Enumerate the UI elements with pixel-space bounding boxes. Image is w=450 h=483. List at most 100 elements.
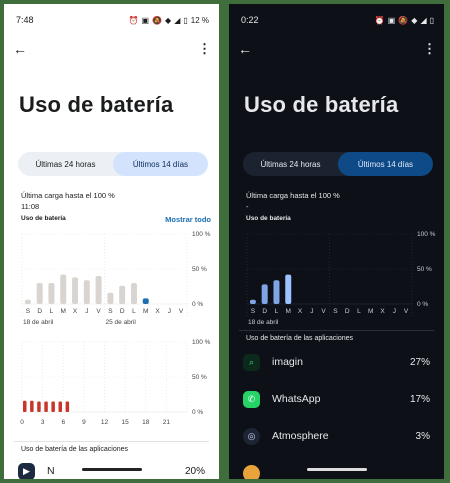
status-icons: ⏰ ▣ 🔕 ◆ ◢ ▯ 12 % (129, 16, 209, 25)
alarm-icon: ⏰ (128, 15, 139, 25)
page-title: Uso de batería (19, 92, 174, 117)
time-range-tabs: Últimas 24 horas Últimos 14 días (243, 152, 433, 176)
usage-bar (37, 401, 41, 412)
hour-tick-label: 0 (20, 419, 24, 426)
usage-bar (65, 401, 70, 412)
y-tick-label: 0 % (192, 301, 203, 308)
date-label: 18 de abril (248, 319, 279, 326)
usage-bar (273, 280, 280, 304)
usage-bar (60, 274, 67, 304)
atmosphere-icon: ◎ (243, 427, 260, 445)
y-tick-label: 0 % (417, 301, 428, 308)
app-name: Atmosphere (272, 430, 329, 442)
back-arrow-icon[interactable]: ← (13, 42, 27, 56)
y-tick-label: 100 % (192, 339, 211, 346)
day-tick-label: X (380, 308, 385, 315)
mute-icon: 🔕 (152, 15, 163, 25)
usage-bar (142, 298, 149, 304)
usage-bar (119, 285, 126, 304)
day-tick-label: D (120, 308, 125, 315)
usage-bar (48, 283, 55, 304)
day-tick-label: V (179, 308, 184, 315)
dark-phone-screen: 0:22 ⏰ ▣ 🔕 ◆ ◢ ▯ ← ⋮ Uso de batería Últi… (229, 4, 444, 479)
last-charge-info: Última carga hasta el 100 % 11:08 (21, 190, 115, 212)
show-all-button[interactable]: Mostrar todo (165, 215, 211, 224)
last-charge-info: Última carga hasta el 100 % - (246, 190, 340, 212)
day-tick-label: D (262, 308, 267, 315)
app-percent: 3% (415, 430, 430, 442)
day-tick-label: J (168, 308, 171, 315)
nfc-icon: ▣ (141, 15, 150, 25)
day-tick-label: M (61, 308, 66, 315)
y-tick-label: 50 % (192, 374, 207, 381)
hourly-usage-chart: 0 3 6 9 12 15 18 21 100 % 50 % 0 % (4, 334, 219, 434)
day-tick-label: M (286, 308, 291, 315)
last-charge-time: 11:08 (21, 202, 40, 211)
usage-bar (36, 283, 43, 304)
usage-bar (24, 299, 31, 304)
day-tick-label: X (155, 308, 160, 315)
app-icon (243, 464, 260, 479)
day-tick-label: X (73, 308, 78, 315)
signal-icon: ◢ (420, 15, 427, 25)
hour-tick-label: 12 (101, 419, 109, 426)
y-tick-label: 50 % (192, 266, 207, 273)
day-tick-label: V (321, 308, 326, 315)
daily-usage-chart: S D L M X J V S D L M X J V 100 % 50 % 0 % 18 de abril (229, 226, 444, 326)
app-name: imagin (272, 356, 303, 368)
usage-bar (51, 401, 55, 412)
tab-24-hours[interactable]: Últimas 24 horas (18, 152, 113, 176)
back-arrow-icon[interactable]: ← (238, 42, 252, 56)
more-options-icon[interactable]: ⋮ (423, 42, 436, 56)
day-tick-label: S (251, 308, 256, 315)
light-phone-screen: 7:48 ⏰ ▣ 🔕 ◆ ◢ ▯ 12 % ← ⋮ Uso de batería… (4, 4, 219, 479)
day-tick-label: V (96, 308, 101, 315)
usage-bar (107, 292, 114, 304)
app-row-atmosphere[interactable]: ◎ Atmosphere 3% (243, 425, 430, 447)
app-row-imagin[interactable]: ⌕ imagin 27% (243, 351, 430, 373)
daily-usage-chart: S D L M X J V S D L M X J V 100 % 50 % 0 % 18 de abril 25 … (4, 226, 219, 326)
tab-24-hours[interactable]: Últimas 24 horas (243, 152, 338, 176)
day-tick-label: J (310, 308, 313, 315)
usage-bar (30, 400, 34, 412)
day-tick-label: D (345, 308, 350, 315)
status-bar: 7:48 ⏰ ▣ 🔕 ◆ ◢ ▯ 12 % (16, 14, 209, 26)
day-tick-label: V (404, 308, 409, 315)
tab-14-days[interactable]: Últimos 14 días (113, 152, 208, 176)
whatsapp-icon: ✆ (243, 390, 260, 408)
wifi-icon: ◆ (411, 15, 418, 25)
app-percent: 27% (409, 356, 430, 368)
mute-icon: 🔕 (398, 15, 409, 25)
usage-bar (261, 284, 268, 304)
battery-usage-label: Uso de batería (246, 215, 291, 222)
y-tick-label: 100 % (417, 231, 436, 238)
usage-bar (249, 299, 256, 304)
tab-14-days[interactable]: Últimos 14 días (338, 152, 433, 176)
app-percent: 17% (409, 393, 430, 405)
status-icons: ⏰ ▣ 🔕 ◆ ◢ ▯ (375, 16, 434, 25)
divider (239, 330, 434, 331)
day-tick-label: L (132, 308, 136, 315)
app-icon: ▶ (18, 462, 35, 479)
gesture-bar (306, 468, 367, 471)
wifi-icon: ◆ (165, 15, 172, 25)
usage-bar (23, 400, 27, 412)
usage-bar (72, 277, 79, 304)
usage-bar (285, 274, 292, 304)
search-icon: ⌕ (243, 353, 260, 371)
status-time: 0:22 (241, 15, 259, 25)
nfc-icon: ▣ (387, 15, 396, 25)
usage-bar (58, 401, 62, 412)
hour-tick-label: 15 (122, 419, 130, 426)
time-range-tabs: Últimas 24 horas Últimos 14 días (18, 152, 208, 176)
date-label: 25 de abril (106, 319, 137, 326)
hour-tick-label: 21 (163, 419, 171, 426)
usage-bar (95, 276, 102, 304)
day-tick-label: L (275, 308, 279, 315)
status-time: 7:48 (16, 15, 34, 25)
more-options-icon[interactable]: ⋮ (198, 42, 211, 56)
battery-icon: ▯ (429, 15, 434, 25)
gesture-bar (81, 468, 142, 471)
app-name: WhatsApp (272, 393, 321, 405)
app-row-whatsapp[interactable]: ✆ WhatsApp 17% (243, 388, 430, 410)
